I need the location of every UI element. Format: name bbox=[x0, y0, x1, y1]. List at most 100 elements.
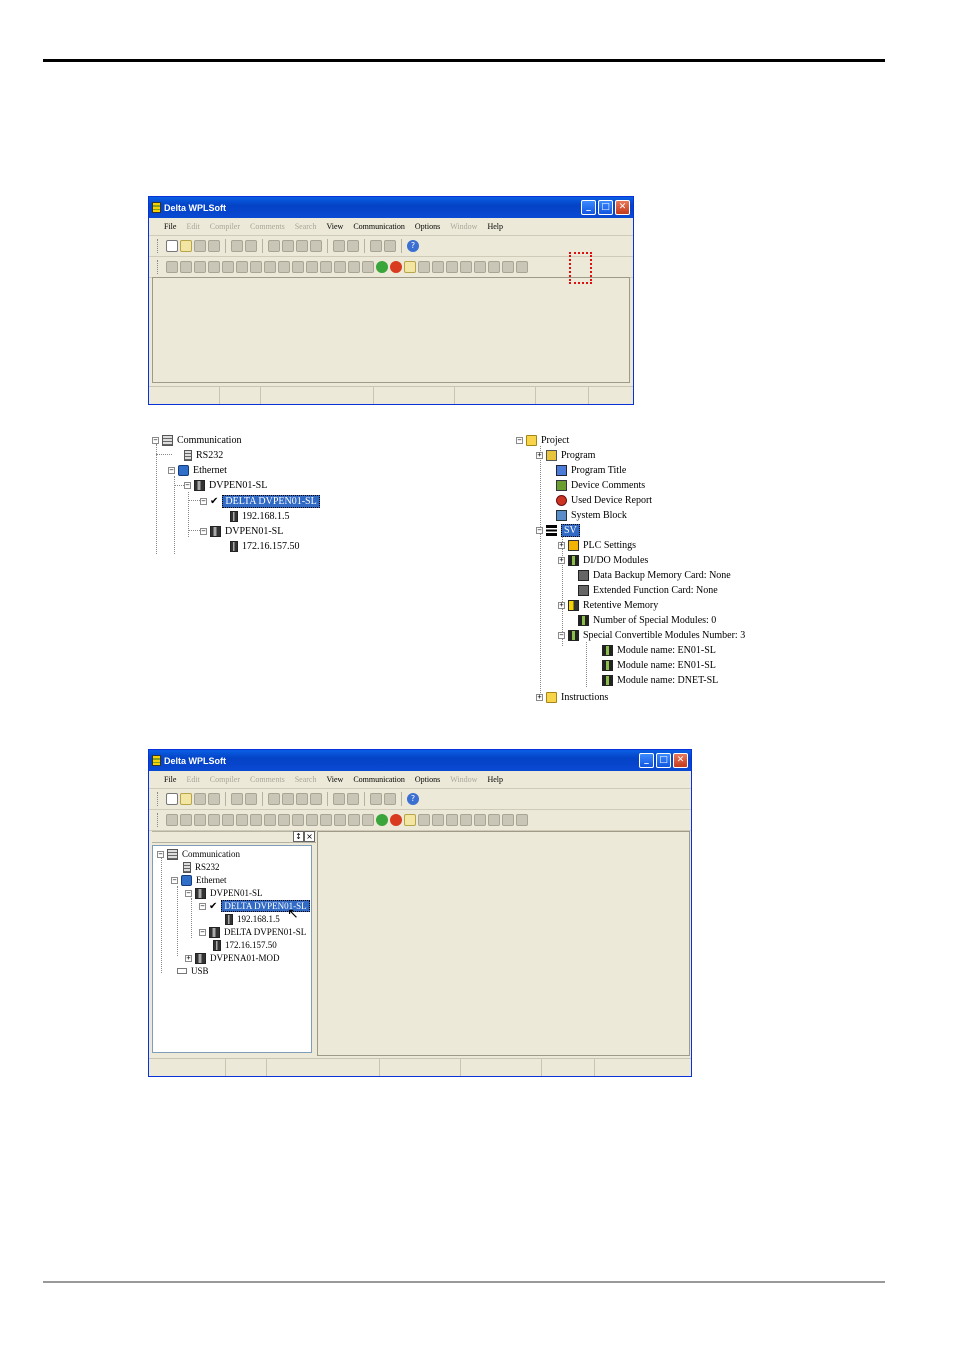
tree-node-delta-dvpen01-sl[interactable]: − ✔ DELTA DVPEN01-SL bbox=[200, 494, 320, 508]
paste-icon[interactable] bbox=[296, 240, 308, 252]
collapse-icon[interactable]: − bbox=[200, 497, 207, 505]
new-file-icon[interactable] bbox=[166, 793, 178, 805]
maximize-button[interactable]: □ bbox=[656, 753, 671, 768]
sfc-icon[interactable] bbox=[194, 261, 206, 273]
collapse-icon[interactable]: − bbox=[152, 436, 159, 444]
menu-compiler[interactable]: Compiler bbox=[205, 775, 245, 784]
tree-node-rs232[interactable]: RS232 bbox=[183, 860, 220, 874]
tree-node-module-2[interactable]: Module name: EN01-SL bbox=[602, 658, 716, 672]
tree-node-delta-dvpen01-sl-2[interactable]: − DELTA DVPEN01-SL bbox=[199, 925, 306, 939]
tree-node-ip-172-16-157-50[interactable]: 172.16.157.50 bbox=[230, 539, 300, 553]
find-next-icon[interactable] bbox=[347, 240, 359, 252]
monitor-icon[interactable] bbox=[320, 814, 332, 826]
panel-close-button[interactable]: × bbox=[304, 831, 315, 842]
run-icon[interactable] bbox=[376, 261, 388, 273]
window-icon[interactable] bbox=[362, 261, 374, 273]
find-icon[interactable] bbox=[333, 240, 345, 252]
ladder-icon[interactable] bbox=[166, 814, 178, 826]
block-icon[interactable] bbox=[348, 814, 360, 826]
wizard-icon[interactable] bbox=[278, 814, 290, 826]
search-plc-icon[interactable] bbox=[502, 814, 514, 826]
online-icon[interactable] bbox=[446, 814, 458, 826]
collapse-icon[interactable]: − bbox=[199, 928, 206, 936]
connect-icon[interactable] bbox=[432, 814, 444, 826]
device-icon[interactable] bbox=[306, 261, 318, 273]
ladder-icon[interactable] bbox=[166, 261, 178, 273]
copy-icon[interactable] bbox=[282, 793, 294, 805]
undo-icon[interactable] bbox=[231, 240, 243, 252]
tree-node-project[interactable]: − Project bbox=[516, 433, 569, 447]
tree-node-ip-192-168-1-5[interactable]: 192.168.1.5 bbox=[225, 912, 280, 926]
workspace[interactable] bbox=[152, 277, 630, 383]
menu-window[interactable]: Window bbox=[445, 775, 482, 784]
save-icon[interactable] bbox=[194, 240, 206, 252]
collapse-icon[interactable]: − bbox=[558, 631, 565, 639]
help-icon[interactable]: ? bbox=[407, 793, 419, 805]
open-folder-icon[interactable] bbox=[180, 240, 192, 252]
tree-node-ethernet[interactable]: − Ethernet bbox=[171, 873, 227, 887]
zoom-in-icon[interactable] bbox=[370, 793, 382, 805]
force-icon[interactable] bbox=[474, 814, 486, 826]
minimize-button[interactable]: _ bbox=[581, 200, 596, 215]
exit-icon[interactable] bbox=[516, 261, 528, 273]
paste-icon[interactable] bbox=[296, 793, 308, 805]
paste-special-icon[interactable] bbox=[310, 240, 322, 252]
expand-icon[interactable]: + bbox=[185, 954, 192, 962]
offline-icon[interactable] bbox=[460, 261, 472, 273]
tree-node-dvpena01-mod[interactable]: + DVPENA01-MOD bbox=[185, 951, 280, 965]
find-next-icon[interactable] bbox=[347, 793, 359, 805]
online-icon[interactable] bbox=[446, 261, 458, 273]
instruction-icon[interactable] bbox=[180, 814, 192, 826]
menu-file[interactable]: File bbox=[159, 775, 181, 784]
grid-icon[interactable] bbox=[334, 814, 346, 826]
open-folder-icon[interactable] bbox=[180, 793, 192, 805]
table-icon[interactable] bbox=[250, 261, 262, 273]
close-button[interactable]: ✕ bbox=[615, 200, 630, 215]
expand-icon[interactable]: + bbox=[536, 693, 543, 701]
collapse-icon[interactable]: − bbox=[200, 527, 207, 535]
menu-view[interactable]: View bbox=[321, 775, 348, 784]
download-icon[interactable] bbox=[418, 814, 430, 826]
tree-node-system-block[interactable]: System Block bbox=[556, 508, 627, 522]
tree-node-used-device-report[interactable]: Used Device Report bbox=[556, 493, 652, 507]
window-icon[interactable] bbox=[362, 814, 374, 826]
menu-help[interactable]: Help bbox=[482, 222, 508, 231]
workspace[interactable] bbox=[317, 831, 690, 1056]
tree-node-ip-172-16-157-50[interactable]: 172.16.157.50 bbox=[213, 938, 277, 952]
tree-node-usb[interactable]: USB bbox=[177, 964, 209, 978]
tree-node-plc-settings[interactable]: + PLC Settings bbox=[558, 538, 636, 552]
menu-comments[interactable]: Comments bbox=[245, 222, 290, 231]
redo-icon[interactable] bbox=[245, 793, 257, 805]
collapse-icon[interactable]: − bbox=[516, 436, 523, 444]
tree-node-module-3[interactable]: Module name: DNET-SL bbox=[602, 673, 718, 687]
communication-setting-icon[interactable] bbox=[488, 814, 500, 826]
block-icon[interactable] bbox=[348, 261, 360, 273]
offline-icon[interactable] bbox=[460, 814, 472, 826]
tree-node-dvpen01-sl-2[interactable]: − DVPEN01-SL bbox=[200, 524, 283, 538]
comment-icon[interactable] bbox=[292, 261, 304, 273]
help-icon[interactable]: ? bbox=[407, 240, 419, 252]
list-icon[interactable] bbox=[264, 261, 276, 273]
copy-icon[interactable] bbox=[282, 240, 294, 252]
comment-icon[interactable] bbox=[292, 814, 304, 826]
zoom-out-icon[interactable] bbox=[384, 240, 396, 252]
expand-icon[interactable]: + bbox=[536, 451, 543, 459]
tree-node-extended-function-card[interactable]: Extended Function Card: None bbox=[578, 583, 718, 597]
tree-node-communication[interactable]: − Communication bbox=[152, 433, 241, 447]
title-bar[interactable]: Delta WPLSoft _ □ ✕ bbox=[149, 750, 691, 771]
title-bar[interactable]: Delta WPLSoft _ □ ✕ bbox=[149, 197, 633, 218]
device-icon[interactable] bbox=[306, 814, 318, 826]
tree-node-data-backup[interactable]: Data Backup Memory Card: None bbox=[578, 568, 731, 582]
sfc-icon[interactable] bbox=[194, 814, 206, 826]
tree-node-program[interactable]: + Program bbox=[536, 448, 595, 462]
tree-node-module-1[interactable]: Module name: EN01-SL bbox=[602, 643, 716, 657]
minimize-button[interactable]: _ bbox=[639, 753, 654, 768]
menu-options[interactable]: Options bbox=[410, 775, 445, 784]
collapse-icon[interactable]: − bbox=[185, 889, 192, 897]
search-plc-icon[interactable] bbox=[502, 261, 514, 273]
monitor-icon[interactable] bbox=[320, 261, 332, 273]
transfer-icon[interactable] bbox=[404, 814, 416, 826]
tree-node-rs232[interactable]: RS232 bbox=[184, 448, 223, 462]
tree-node-ethernet[interactable]: − Ethernet bbox=[168, 463, 227, 477]
edit-mode-icon[interactable] bbox=[208, 814, 220, 826]
